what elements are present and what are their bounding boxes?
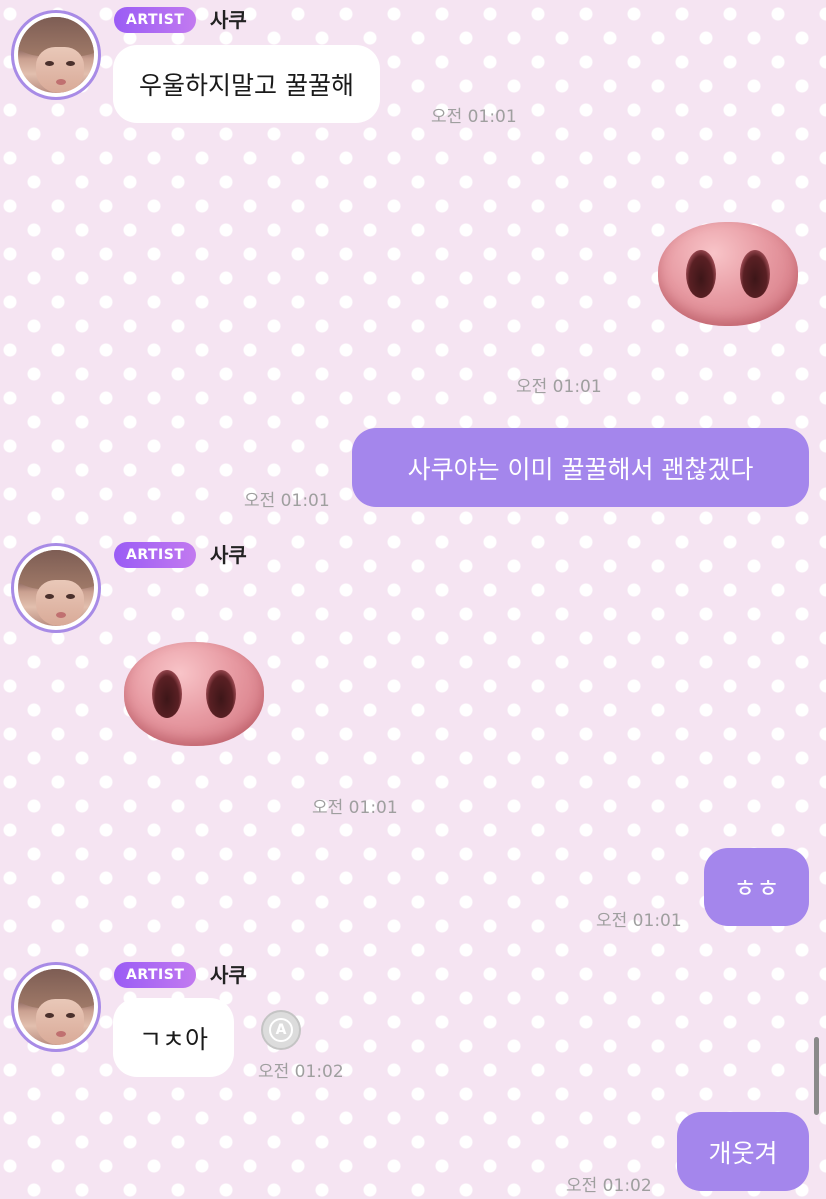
nostril-right	[740, 250, 770, 298]
artist-avatar[interactable]	[11, 10, 101, 100]
artist-avatar[interactable]	[11, 962, 101, 1052]
artist-name: 사쿠	[210, 8, 247, 32]
message-time: 오전 01:01	[244, 491, 330, 511]
artist-name: 사쿠	[210, 543, 247, 567]
artist-avatar[interactable]	[11, 543, 101, 633]
pig-nose-sticker[interactable]	[658, 222, 798, 326]
artist-name: 사쿠	[210, 963, 247, 987]
message-time: 오전 01:01	[431, 107, 517, 127]
artist-badge: ARTIST	[114, 962, 197, 988]
avatar-photo	[18, 17, 94, 93]
message-time: 오전 01:01	[516, 377, 602, 397]
avatar-photo	[18, 550, 94, 626]
artist-badge: ARTIST	[114, 542, 197, 568]
avatar-photo	[18, 969, 94, 1045]
message-time: 오전 01:01	[312, 798, 398, 818]
message-bubble[interactable]: 우울하지말고 꿀꿀해	[113, 45, 380, 123]
message-bubble[interactable]: 개웃겨	[677, 1112, 809, 1191]
nostril-left	[686, 250, 716, 298]
pig-nose-sticker[interactable]	[124, 642, 264, 746]
message-time: 오전 01:01	[596, 911, 682, 931]
nostril-left	[152, 670, 182, 718]
nostril-right	[206, 670, 236, 718]
scrollbar[interactable]	[814, 1037, 819, 1115]
message-time: 오전 01:02	[258, 1062, 344, 1082]
message-bubble[interactable]: ㅎㅎ	[704, 848, 809, 926]
message-time: 오전 01:02	[566, 1176, 652, 1196]
message-bubble[interactable]: 사쿠야는 이미 꿀꿀해서 괜찮겠다	[352, 428, 809, 507]
translate-icon-glyph: A	[269, 1018, 293, 1042]
artist-badge: ARTIST	[114, 7, 197, 33]
message-bubble[interactable]: ㄱㅊ아	[113, 998, 235, 1077]
translate-icon[interactable]: A	[261, 1010, 301, 1050]
